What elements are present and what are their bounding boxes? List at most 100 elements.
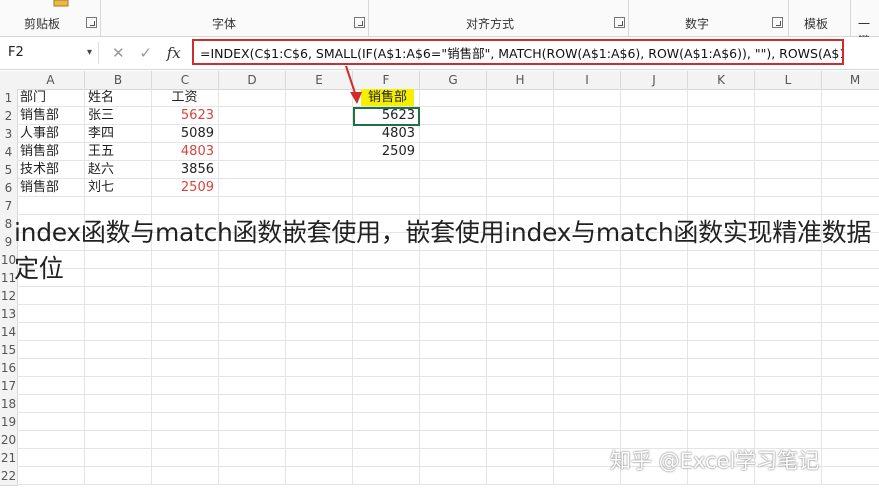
gridline bbox=[17, 304, 879, 305]
row-header[interactable]: 7 bbox=[0, 197, 18, 216]
ribbon: 剪贴板 字体 对齐方式 数字 模板 一键 bbox=[0, 0, 879, 48]
gridline bbox=[754, 89, 755, 485]
column-header[interactable]: K bbox=[688, 71, 755, 90]
gridline bbox=[17, 376, 879, 377]
gridline bbox=[218, 89, 219, 485]
cell-dept[interactable]: 技术部 bbox=[20, 161, 80, 179]
name-box-value: F2 bbox=[8, 45, 24, 60]
dialog-launcher-icon[interactable] bbox=[86, 17, 97, 28]
row-header[interactable]: 20 bbox=[0, 431, 18, 450]
column-header[interactable]: L bbox=[755, 71, 822, 90]
dialog-launcher-icon[interactable] bbox=[354, 17, 365, 28]
ribbon-group-number[interactable]: 数字 bbox=[628, 0, 789, 36]
ribbon-group-label: 字体 bbox=[212, 17, 237, 31]
cell-result[interactable]: 2509 bbox=[356, 143, 415, 161]
gridline bbox=[687, 89, 688, 485]
row-header[interactable]: 18 bbox=[0, 395, 18, 414]
row-header[interactable]: 1 bbox=[0, 89, 18, 108]
enter-icon[interactable]: ✓ bbox=[139, 44, 152, 62]
formula-buttons: ✕ ✓ fx bbox=[112, 42, 191, 64]
ribbon-group-label: 对齐方式 bbox=[466, 17, 515, 31]
ribbon-group-label: 模板 bbox=[804, 17, 829, 31]
gridline bbox=[821, 89, 822, 485]
gridline bbox=[486, 89, 487, 485]
ribbon-group-onekey[interactable]: 一键 bbox=[850, 0, 879, 48]
column-header[interactable]: B bbox=[85, 71, 152, 90]
select-all-corner[interactable] bbox=[0, 71, 18, 90]
row-header[interactable]: 22 bbox=[0, 467, 18, 486]
article-caption: index函数与match函数嵌套使用，嵌套使用index与match函数实现精… bbox=[14, 218, 872, 283]
column-header[interactable]: C bbox=[152, 71, 219, 90]
chevron-down-icon[interactable]: ▾ bbox=[87, 42, 92, 64]
row-header[interactable]: 6 bbox=[0, 179, 18, 198]
gridline bbox=[17, 412, 879, 413]
ribbon-group-font[interactable]: 字体 bbox=[100, 0, 369, 36]
cell-wage[interactable]: 3856 bbox=[155, 161, 214, 179]
gridline bbox=[553, 89, 554, 485]
row-header[interactable]: 14 bbox=[0, 323, 18, 342]
cell-dept[interactable]: 销售部 bbox=[20, 143, 80, 161]
gridline bbox=[17, 430, 879, 431]
ribbon-group-label: 剪贴板 bbox=[24, 17, 61, 31]
column-header[interactable]: M bbox=[822, 71, 879, 90]
gridline bbox=[17, 358, 879, 359]
column-header[interactable]: I bbox=[554, 71, 621, 90]
cell-name[interactable]: 李四 bbox=[88, 125, 147, 143]
row-header[interactable]: 21 bbox=[0, 449, 18, 468]
name-box[interactable]: F2 ▾ bbox=[4, 42, 99, 64]
ribbon-group-alignment[interactable]: 对齐方式 bbox=[368, 0, 629, 36]
cell-name[interactable]: 赵六 bbox=[88, 161, 147, 179]
watermark: 知乎 @Excel学习笔记 bbox=[610, 449, 820, 473]
paint-brush-icon[interactable] bbox=[52, 0, 70, 8]
cell-name[interactable]: 王五 bbox=[88, 143, 147, 161]
gridline bbox=[419, 89, 420, 485]
gridline bbox=[84, 89, 85, 485]
column-header[interactable]: J bbox=[621, 71, 688, 90]
column-header[interactable]: H bbox=[487, 71, 554, 90]
row-header[interactable]: 19 bbox=[0, 413, 18, 432]
column-header[interactable]: G bbox=[420, 71, 487, 90]
annotation-arrow-icon bbox=[345, 65, 362, 104]
cell-wage[interactable]: 5623 bbox=[155, 107, 214, 125]
cell-wage[interactable]: 5089 bbox=[155, 125, 214, 143]
row-header[interactable]: 17 bbox=[0, 377, 18, 396]
cell-header-dept[interactable]: 部门 bbox=[20, 89, 80, 107]
column-header[interactable]: D bbox=[219, 71, 286, 90]
gridline bbox=[17, 322, 879, 323]
ribbon-group-clipboard[interactable]: 剪贴板 bbox=[0, 0, 101, 36]
dialog-launcher-icon[interactable] bbox=[614, 17, 625, 28]
gridline bbox=[620, 89, 621, 485]
cell-name[interactable]: 张三 bbox=[88, 107, 147, 125]
cell-name[interactable]: 刘七 bbox=[88, 179, 147, 197]
cell-result[interactable]: 4803 bbox=[356, 125, 415, 143]
row-header[interactable]: 2 bbox=[0, 107, 18, 126]
insert-function-icon[interactable]: fx bbox=[167, 44, 181, 62]
cell-wage[interactable]: 4803 bbox=[155, 143, 214, 161]
cell-wage[interactable]: 2509 bbox=[155, 179, 214, 197]
cell-header-name[interactable]: 姓名 bbox=[88, 89, 147, 107]
cancel-icon[interactable]: ✕ bbox=[112, 44, 125, 62]
selected-cell-border bbox=[353, 107, 420, 126]
row-header[interactable]: 5 bbox=[0, 161, 18, 180]
formula-bar: F2 ▾ ✕ ✓ fx =INDEX(C$1:C$6, SMALL(IF(A$1… bbox=[0, 37, 879, 70]
row-header[interactable]: 15 bbox=[0, 341, 18, 360]
gridline bbox=[285, 89, 286, 485]
row-header[interactable]: 3 bbox=[0, 125, 18, 144]
column-header[interactable]: A bbox=[17, 71, 85, 90]
row-header[interactable]: 16 bbox=[0, 359, 18, 378]
dialog-launcher-icon[interactable] bbox=[772, 17, 783, 28]
row-header[interactable]: 13 bbox=[0, 305, 18, 324]
ribbon-group-label: 数字 bbox=[685, 17, 710, 31]
formula-input[interactable]: =INDEX(C$1:C$6, SMALL(IF(A$1:A$6="销售部", … bbox=[192, 39, 844, 65]
cell-dept[interactable]: 销售部 bbox=[20, 107, 80, 125]
ribbon-group-template[interactable]: 模板 bbox=[788, 0, 851, 36]
gridline bbox=[17, 394, 879, 395]
cell-header-wage[interactable]: 工资 bbox=[155, 89, 214, 107]
gridline bbox=[17, 484, 879, 485]
cell-dept[interactable]: 销售部 bbox=[20, 179, 80, 197]
gridline bbox=[17, 340, 879, 341]
gridline bbox=[151, 89, 152, 485]
cell-dept[interactable]: 人事部 bbox=[20, 125, 80, 143]
row-header[interactable]: 4 bbox=[0, 143, 18, 162]
row-header[interactable]: 12 bbox=[0, 287, 18, 306]
